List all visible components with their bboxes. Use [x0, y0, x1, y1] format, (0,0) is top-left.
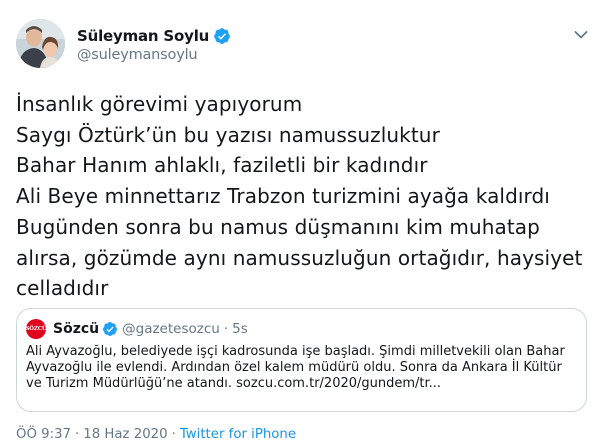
quoted-author-avatar[interactable]: SÖZCÜ — [26, 319, 47, 339]
tweet: Süleyman Soylu @suleymansoylu İnsanlık g… — [0, 0, 602, 447]
avatar-photo — [16, 19, 65, 68]
tweet-text-line: İnsanlık görevimi yapıyorum — [16, 92, 303, 116]
verified-badge-icon — [214, 28, 231, 44]
tweet-text-line: alırsa, gözümde aynı namussuzluğun ortağ… — [16, 245, 583, 270]
author-avatar[interactable] — [16, 19, 65, 68]
meta-separator: · — [171, 427, 176, 442]
tweet-time[interactable]: ÖÖ 9:37 — [16, 427, 71, 442]
quoted-display-name[interactable]: Sözcü — [53, 321, 99, 337]
tweet-text-line: celladıdır — [16, 276, 109, 301]
tweet-source-link[interactable]: Twitter for iPhone — [180, 427, 296, 442]
verified-badge-icon — [103, 322, 118, 336]
author-display-name[interactable]: Süleyman Soylu — [77, 27, 209, 45]
quoted-text-line: Ali Ayvazoğlu, belediyede işçi kadrosund… — [26, 344, 565, 359]
meta-separator: · — [75, 427, 80, 442]
author-name-row: Süleyman Soylu — [77, 26, 231, 46]
quoted-separator: · — [223, 321, 229, 337]
quoted-text: Ali Ayvazoğlu, belediyede işçi kadrosund… — [26, 344, 581, 392]
chevron-down-icon[interactable] — [574, 30, 588, 40]
tweet-text-line: Bugünden sonra bu namus düşmanını kim mu… — [16, 214, 540, 239]
quoted-handle[interactable]: @gazetesozcu — [122, 321, 220, 337]
tweet-text-line: Bahar Hanım ahlaklı, faziletli bir kadın… — [16, 153, 428, 178]
quoted-text-line: ve Turizm Müdürlüğü’ne atandı. sozcu.com… — [26, 376, 442, 391]
quoted-tweet-card[interactable]: SÖZCÜ Sözcü @gazetesozcu · 5s Ali Ayvazo… — [16, 308, 587, 412]
tweet-meta: ÖÖ 9:37 · 18 Haz 2020 · Twitter for iPho… — [16, 427, 296, 442]
quoted-text-line: Ayvazoğlu ile evlendi. Ardından özel kal… — [26, 360, 562, 375]
quoted-timestamp[interactable]: 5s — [232, 321, 248, 337]
quoted-header: Sözcü @gazetesozcu · 5s — [53, 319, 248, 339]
tweet-date[interactable]: 18 Haz 2020 — [83, 427, 167, 442]
author-handle[interactable]: @suleymansoylu — [77, 47, 198, 63]
tweet-text: İnsanlık görevimi yapıyorum Saygı Öztürk… — [16, 89, 596, 304]
tweet-text-line: Saygı Öztürk’ün bu yazısı namussuzluktur — [16, 122, 440, 147]
tweet-text-line: Ali Beye minnettarız Trabzon turizmini a… — [16, 184, 550, 209]
